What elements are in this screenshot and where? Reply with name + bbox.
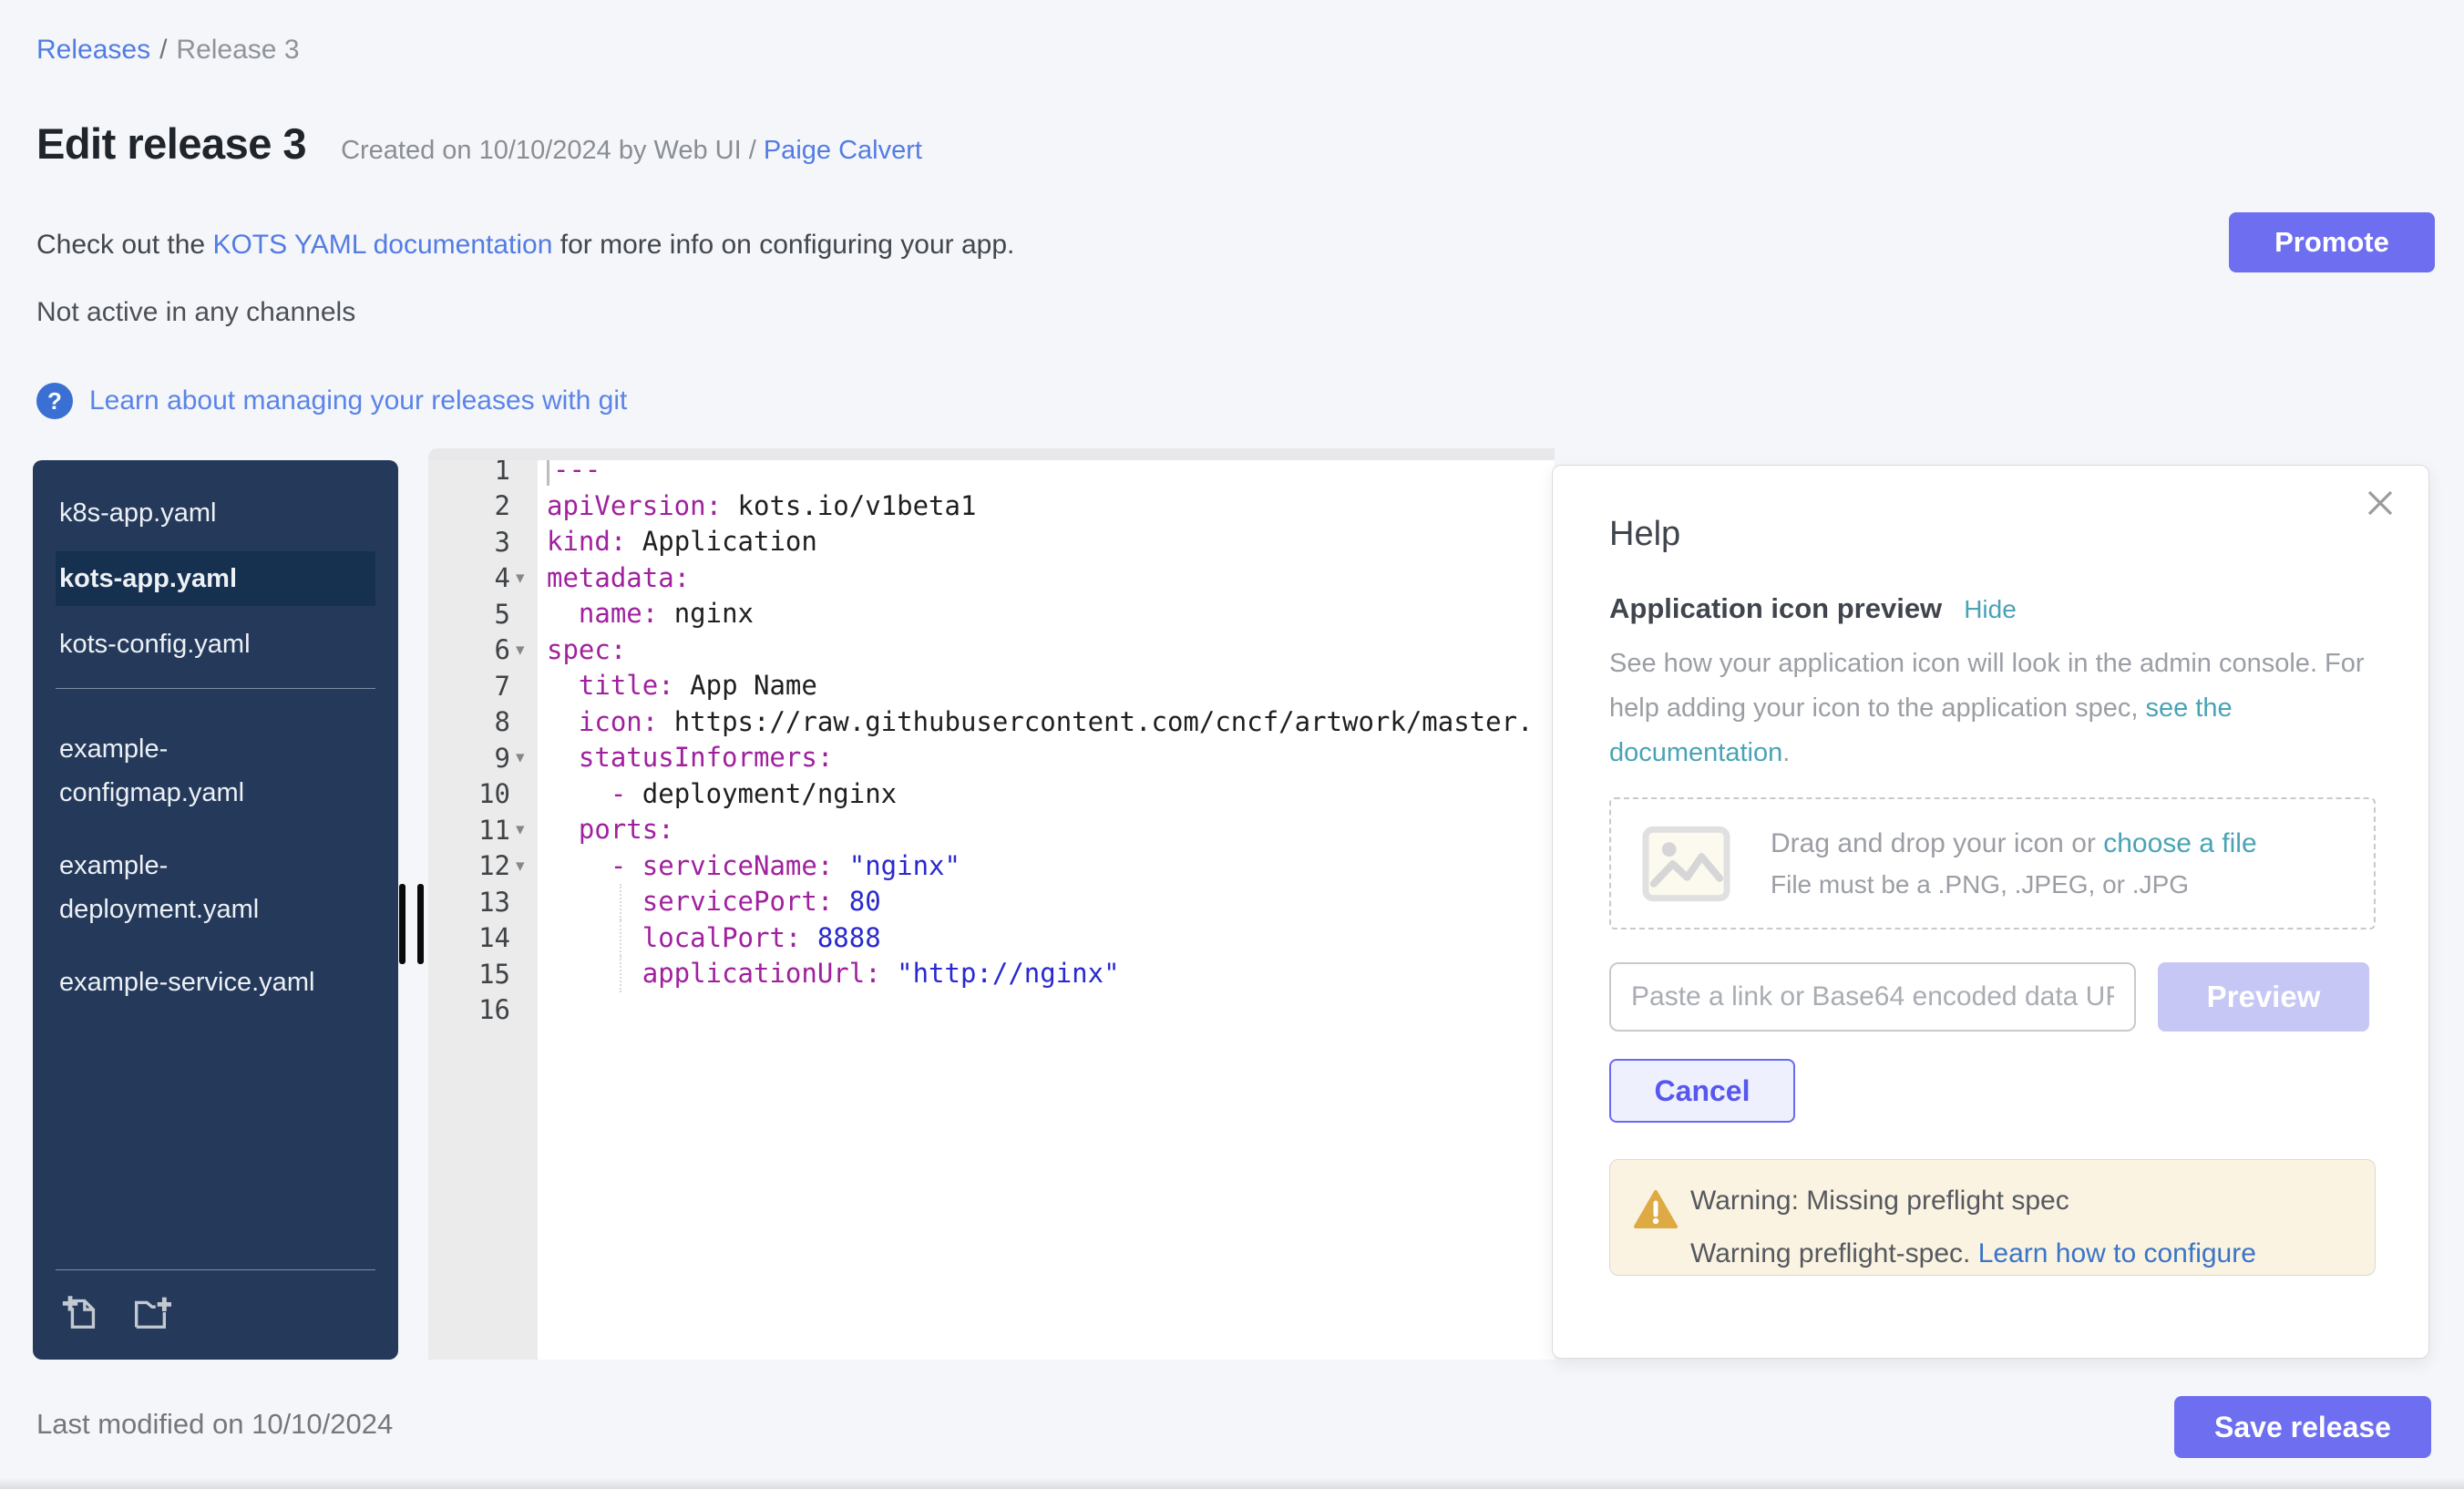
fold-arrow-icon[interactable]: ▾ [510,640,538,661]
code-line-3[interactable]: kind: Application [547,524,1555,560]
gutter-line-5: 5 [428,596,538,632]
code-line-6[interactable]: spec: [547,632,1555,669]
file-item-k8s-app-yaml[interactable]: k8s-app.yaml [56,486,375,540]
file-item-example-configmap-yaml[interactable]: example-configmap.yaml [56,722,329,820]
last-modified: Last modified on 10/10/2024 [36,1408,393,1441]
description-period: . [1782,738,1790,767]
gutter-line-6: 6▾ [428,632,538,669]
created-text: Created on 10/10/2024 by Web UI / [341,136,764,165]
file-list-divider [56,688,375,689]
dropzone-text: Drag and drop your icon or [1771,828,2103,858]
breadcrumb-current: Release 3 [176,35,299,65]
question-mark-icon: ? [36,383,73,419]
text-cursor [547,460,549,486]
promote-button[interactable]: Promote [2229,212,2435,272]
code-line-10[interactable]: - deployment/nginx [547,776,1555,813]
fold-arrow-icon[interactable]: ▾ [510,856,538,877]
breadcrumb-link-releases[interactable]: Releases [36,35,150,65]
editor-scrollbar-track[interactable] [428,448,1555,460]
preflight-warning: Warning: Missing preflight spec Warning … [1609,1159,2376,1276]
code-line-7[interactable]: title: App Name [547,668,1555,704]
code-line-1[interactable]: --- [547,460,1555,488]
gutter-line-1: 1 [428,460,538,488]
gutter-line-3: 3 [428,524,538,560]
file-item-example-deployment-yaml[interactable]: example-deployment.yaml [56,838,329,937]
sidebar-footer [33,1269,398,1360]
code-line-13[interactable]: servicePort: 80 [547,884,1555,920]
help-title: Help [1609,515,2376,554]
code-line-8[interactable]: icon: https://raw.githubusercontent.com/… [547,704,1555,741]
fold-arrow-icon[interactable]: ▾ [510,568,538,589]
description-text: See how your application icon will look … [1609,649,2365,723]
file-item-kots-config-yaml[interactable]: kots-config.yaml [56,617,375,672]
warning-detail: Warning preflight-spec. [1690,1238,1978,1268]
created-by-link[interactable]: Paige Calvert [764,136,922,165]
editor-gutter: 1234▾56▾789▾1011▾12▾13141516 [428,460,538,1360]
gutter-line-12: 12▾ [428,848,538,885]
title-row: Edit release 3 Created on 10/10/2024 by … [36,118,922,169]
file-list: k8s-app.yaml kots-app.yaml kots-config.yam… [33,460,398,1010]
gutter-line-16: 16 [428,992,538,1029]
gutter-line-14: 14 [428,920,538,957]
code-line-16[interactable] [547,992,1555,1029]
hide-link[interactable]: Hide [1964,595,2017,624]
icon-preview-title: Application icon preview [1609,592,1942,625]
file-sidebar: k8s-app.yaml kots-app.yaml kots-config.yam… [33,460,398,1360]
cancel-button[interactable]: Cancel [1609,1059,1795,1123]
kots-yaml-doc-link[interactable]: KOTS YAML documentation [212,230,552,260]
new-folder-icon[interactable] [129,1290,171,1332]
git-releases-link[interactable]: Learn about managing your releases with … [89,385,627,416]
code-line-14[interactable]: localPort: 8888 [547,920,1555,957]
new-file-icon[interactable] [60,1290,102,1332]
file-item-kots-app-yaml[interactable]: kots-app.yaml [56,551,375,606]
fold-arrow-icon[interactable]: ▾ [510,819,538,840]
gutter-line-13: 13 [428,884,538,920]
code-line-12[interactable]: - serviceName: "nginx" [547,848,1555,885]
gutter-line-9: 9▾ [428,740,538,776]
warning-title: Warning: Missing preflight spec [1690,1186,2349,1217]
breadcrumb: Releases / Release 3 [36,35,300,66]
file-item-example-service-yaml[interactable]: example-service.yaml [56,955,329,1010]
gutter-line-10: 10 [428,776,538,813]
icon-dropzone[interactable]: Drag and drop your icon or choose a file… [1609,797,2376,929]
image-placeholder-icon [1642,826,1730,902]
choose-file-link[interactable]: choose a file [2103,828,2256,858]
yaml-editor[interactable]: 1234▾56▾789▾1011▾12▾13141516 ---apiVersi… [428,448,1555,1360]
preview-button[interactable]: Preview [2158,962,2369,1032]
gutter-line-7: 7 [428,668,538,704]
gutter-line-15: 15 [428,956,538,992]
docs-text-after: for more info on configuring your app. [552,230,1014,260]
code-line-9[interactable]: statusInformers: [547,740,1555,776]
fold-arrow-icon[interactable]: ▾ [510,747,538,768]
page-bottom-shadow [0,1478,2464,1489]
page: Releases / Release 3 Edit release 3 Create… [0,0,2464,1489]
code-line-15[interactable]: applicationUrl: "http://nginx" [547,956,1555,992]
learn-row: ? Learn about managing your releases wit… [36,383,627,419]
docs-line: Check out the KOTS YAML documentation fo… [36,230,1014,261]
gutter-line-4: 4▾ [428,560,538,597]
code-line-4[interactable]: metadata: [547,560,1555,597]
help-panel: Help Application icon preview Hide See h… [1552,465,2429,1359]
docs-text-before: Check out the [36,230,212,260]
code-line-2[interactable]: apiVersion: kots.io/v1beta1 [547,488,1555,525]
code-line-5[interactable]: name: nginx [547,596,1555,632]
gutter-line-11: 11▾ [428,812,538,848]
panel-resize-handle-left[interactable] [399,884,424,964]
gutter-line-8: 8 [428,704,538,741]
close-icon[interactable] [2365,488,2396,521]
editor-code-area[interactable]: ---apiVersion: kots.io/v1beta1kind: Appl… [538,460,1555,1360]
save-release-button[interactable]: Save release [2174,1396,2431,1458]
learn-configure-link[interactable]: Learn how to configure [1978,1238,2256,1268]
dropzone-filetypes: File must be a .PNG, .JPEG, or .JPG [1771,870,2257,899]
channel-status: Not active in any channels [36,297,355,328]
page-title: Edit release 3 [36,118,306,169]
code-line-11[interactable]: ports: [547,812,1555,848]
gutter-line-2: 2 [428,488,538,525]
breadcrumb-separator: / [159,35,167,65]
icon-url-input[interactable] [1609,962,2136,1032]
created-info: Created on 10/10/2024 by Web UI / Paige … [341,136,922,166]
icon-preview-description: See how your application icon will look … [1609,642,2376,775]
warning-icon [1634,1189,1678,1229]
